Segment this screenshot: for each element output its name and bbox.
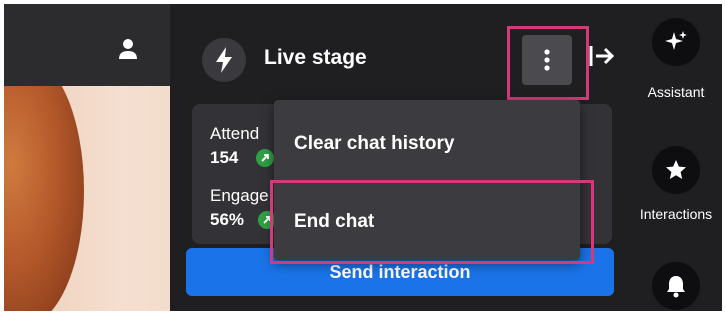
star-icon [666, 160, 686, 179]
video-person [4, 86, 84, 311]
engagement-label: Engage [210, 186, 269, 205]
notifications-button[interactable] [652, 262, 700, 310]
app-frame: Live stage Attend 154 Engage 56% Send in… [4, 4, 722, 311]
bolt-icon-badge [202, 38, 246, 82]
video-topbar [4, 4, 170, 86]
lightning-bolt-icon [216, 47, 232, 73]
highlight-box-more-button [507, 26, 589, 100]
live-stage-panel: Live stage Attend 154 Engage 56% Send in… [170, 4, 630, 311]
bell-icon [667, 276, 685, 298]
exit-arrow-icon[interactable] [588, 44, 616, 68]
attendees-label: Attend [210, 124, 260, 143]
right-rail: Assistant Interactions [630, 4, 722, 311]
engagement-value: 56% [210, 210, 245, 229]
sparkle-icon [665, 31, 687, 50]
highlight-box-end-chat [270, 180, 594, 264]
interactions-button[interactable] [652, 146, 700, 194]
rail-label-interactions: Interactions [639, 206, 713, 222]
user-icon[interactable] [118, 38, 138, 60]
panel-title: Live stage [264, 46, 367, 69]
rail-label-assistant: Assistant [647, 84, 705, 100]
assistant-button[interactable] [652, 18, 700, 66]
video-feed [4, 86, 170, 311]
attendees-value: 154 [210, 148, 239, 167]
trend-up-icon [256, 149, 274, 167]
menu-item-clear-chat-history[interactable]: Clear chat history [274, 116, 580, 172]
